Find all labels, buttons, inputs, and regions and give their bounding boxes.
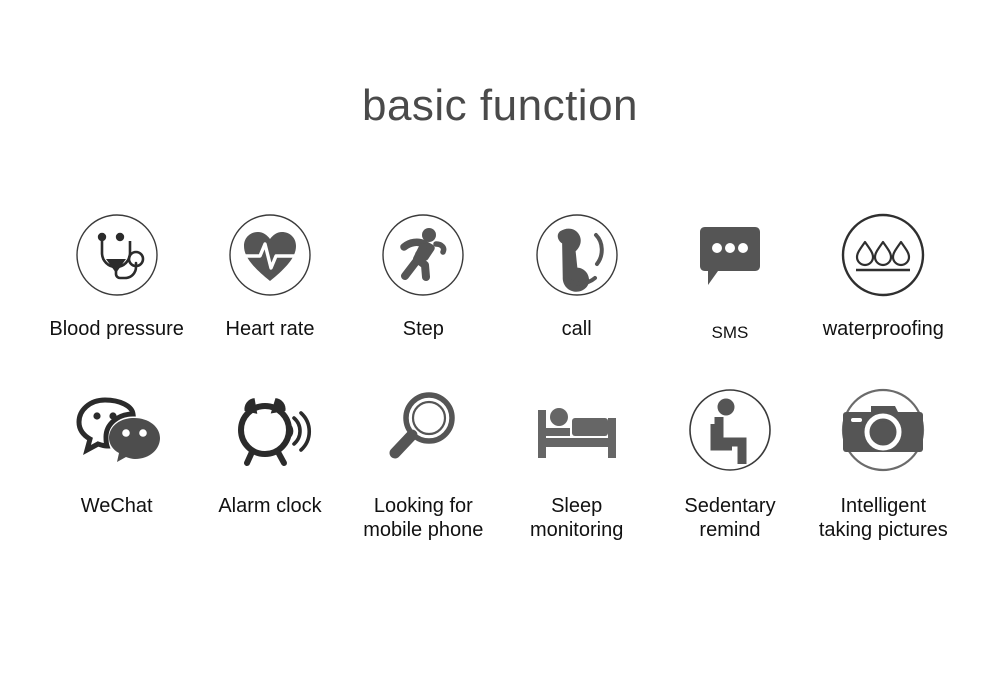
magnifier-icon	[373, 380, 473, 480]
feature-label: call	[561, 318, 592, 340]
feature-item-step[interactable]: Step	[347, 205, 500, 380]
feature-label: Intelligent taking pictures	[818, 495, 948, 541]
feature-row-2: WeChat Alarm clock Looking for mobile ph…	[40, 380, 960, 570]
feature-row-1: Blood pressure Heart rate Step call SMS …	[40, 205, 960, 380]
feature-overview-page: basic function Blood pressure Heart rate…	[0, 0, 1000, 688]
running-person-icon	[373, 205, 473, 305]
feature-item-alarm-clock[interactable]: Alarm clock	[193, 380, 346, 570]
feature-grid: Blood pressure Heart rate Step call SMS …	[40, 205, 960, 570]
feature-item-intelligent-taking-pictures[interactable]: Intelligent taking pictures	[807, 380, 960, 570]
feature-label: Sedentary remind	[684, 495, 776, 541]
feature-label: Heart rate	[225, 318, 315, 340]
page-title: basic function	[361, 81, 639, 130]
feature-item-blood-pressure[interactable]: Blood pressure	[40, 205, 193, 380]
feature-item-sleep-monitoring[interactable]: Sleep monitoring	[500, 380, 653, 570]
feature-label: Sleep monitoring	[529, 495, 624, 541]
heart-pulse-icon	[220, 205, 320, 305]
camera-icon	[833, 380, 933, 480]
feature-item-call[interactable]: call	[500, 205, 653, 380]
bed-sleep-icon	[527, 380, 627, 480]
feature-item-waterproofing[interactable]: waterproofing	[807, 205, 960, 380]
feature-label: Looking for mobile phone	[363, 495, 484, 541]
water-droplets-icon	[833, 205, 933, 305]
feature-item-wechat[interactable]: WeChat	[40, 380, 193, 570]
feature-label: WeChat	[80, 495, 153, 517]
feature-label: Step	[402, 318, 444, 340]
speech-bubble-icon	[680, 205, 780, 305]
wechat-icon	[67, 380, 167, 480]
phone-handset-icon	[527, 205, 627, 305]
sitting-person-icon	[680, 380, 780, 480]
feature-label: Blood pressure	[49, 318, 184, 340]
feature-item-heart-rate[interactable]: Heart rate	[193, 205, 346, 380]
feature-item-looking-for-mobile-phone[interactable]: Looking for mobile phone	[347, 380, 500, 570]
feature-item-sedentary-remind[interactable]: Sedentary remind	[653, 380, 806, 570]
stethoscope-icon	[67, 205, 167, 305]
feature-label: SMS	[711, 323, 749, 342]
alarm-clock-icon	[220, 380, 320, 480]
feature-item-sms[interactable]: SMS	[653, 205, 806, 380]
feature-label: waterproofing	[822, 318, 944, 340]
feature-label: Alarm clock	[218, 495, 322, 517]
